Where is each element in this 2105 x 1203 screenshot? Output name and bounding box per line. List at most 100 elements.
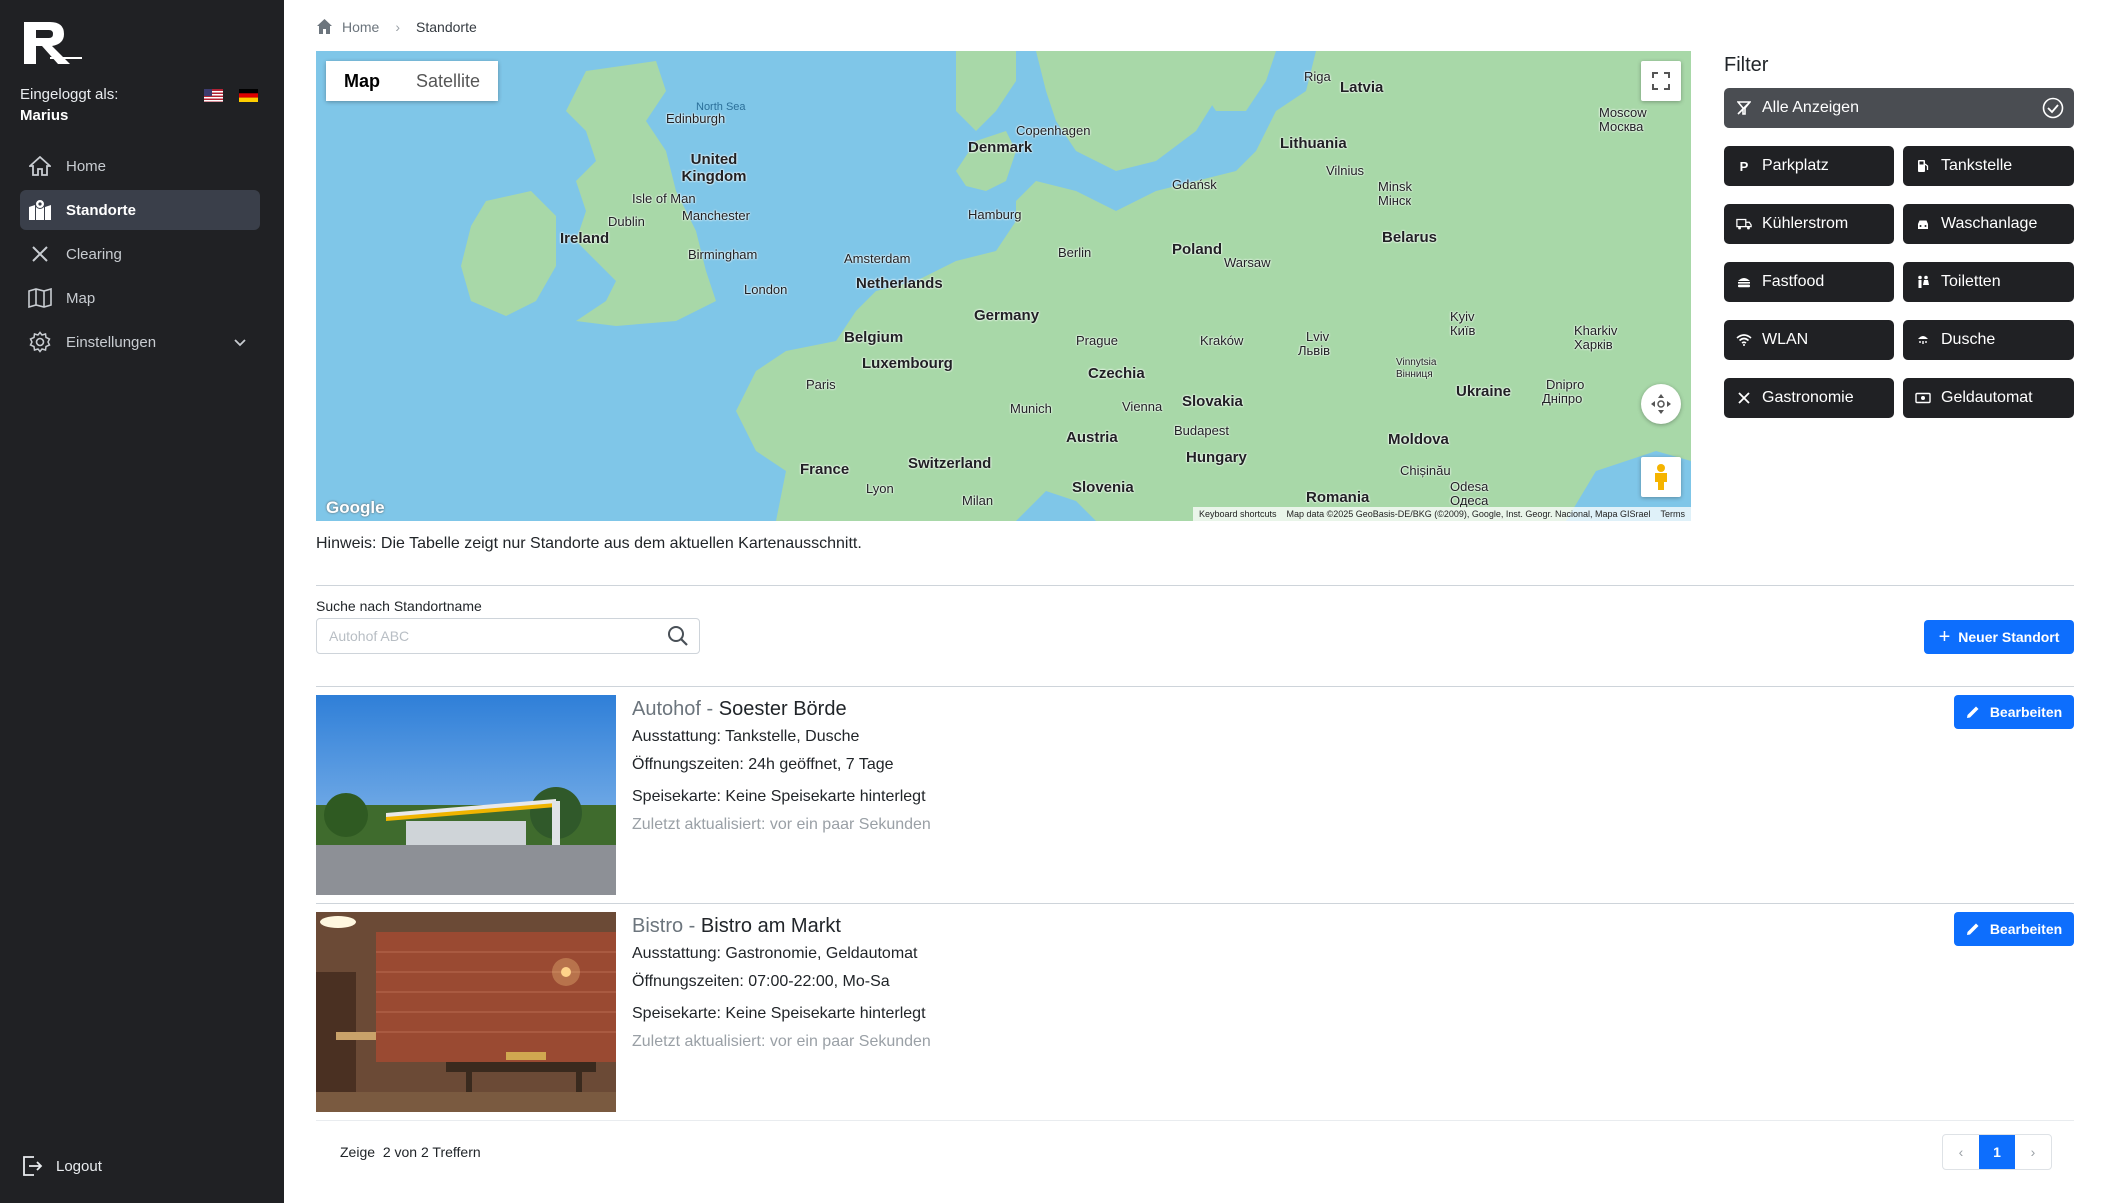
map-label-kharkiv: Kharkiv	[1574, 323, 1618, 338]
map-pin-icon	[28, 198, 52, 222]
sidebar-item-einstellungen[interactable]: Einstellungen	[20, 322, 260, 362]
gear-icon	[28, 330, 52, 354]
map-label-latvia: Latvia	[1340, 79, 1384, 96]
results-prefix: Zeige	[340, 1144, 376, 1160]
fullscreen-button[interactable]	[1641, 61, 1681, 101]
search-input[interactable]	[317, 619, 667, 653]
map-view[interactable]: North Sea Riga Latvia Moscow Москва Lith…	[316, 51, 1691, 521]
filter-geldautomat-button[interactable]: Geldautomat	[1903, 378, 2074, 418]
filter-wlan-button[interactable]: WLAN	[1724, 320, 1894, 360]
location-title[interactable]: Bistro - Bistro am Markt	[632, 912, 931, 940]
logout-label: Logout	[56, 1157, 102, 1175]
map-label-milan: Milan	[962, 493, 994, 508]
flag-de-icon[interactable]	[239, 89, 258, 102]
edit-label: Bearbeiten	[1989, 921, 2063, 937]
filter-toiletten-button[interactable]: Toiletten	[1903, 262, 2074, 302]
next-page-button[interactable]: ›	[2015, 1135, 2051, 1169]
keyboard-shortcuts-link[interactable]: Keyboard shortcuts	[1199, 509, 1277, 519]
location-image[interactable]	[316, 912, 616, 1112]
new-location-label: Neuer Standort	[1958, 629, 2060, 645]
map-label-czechia: Czechia	[1088, 365, 1145, 382]
location-category: Autohof	[632, 698, 701, 720]
filter-fastfood-button[interactable]: Fastfood	[1724, 262, 1894, 302]
results-suffix: Treffern	[432, 1144, 481, 1160]
map-label-vinnytsia: Vinnytsia	[1396, 357, 1437, 368]
filter-parkplatz-button[interactable]: P Parkplatz	[1724, 146, 1894, 186]
location-image[interactable]	[316, 695, 616, 895]
sidebar-item-map[interactable]: Map	[20, 278, 260, 318]
breadcrumb-separator-icon: ›	[395, 18, 401, 35]
map-label-hungary: Hungary	[1186, 449, 1247, 466]
new-location-button[interactable]: + Neuer Standort	[1924, 620, 2074, 654]
map-type-map-button[interactable]: Map	[326, 61, 398, 101]
location-menu: Speisekarte: Keine Speisekarte hinterleg…	[632, 1005, 926, 1022]
street-view-button[interactable]	[1641, 457, 1681, 497]
prev-page-button[interactable]: ‹	[1943, 1135, 1979, 1169]
title-separator: -	[683, 915, 701, 937]
map-hint-text: Hinweis: Die Tabelle zeigt nur Standorte…	[316, 535, 862, 552]
map-label-denmark: Denmark	[968, 139, 1033, 156]
map-label-luxembourg: Luxembourg	[862, 355, 953, 372]
search-label: Suche nach Standortname	[316, 598, 482, 614]
map-label-warsaw: Warsaw	[1224, 255, 1271, 270]
home-icon[interactable]	[316, 18, 333, 35]
edit-button[interactable]: Bearbeiten	[1954, 695, 2074, 729]
camera-control-button[interactable]	[1641, 384, 1681, 424]
location-card: Bistro - Bistro am Markt Ausstattung: Ga…	[316, 912, 2074, 1112]
map-type-satellite-button[interactable]: Satellite	[398, 61, 499, 101]
logout-button[interactable]: Logout	[20, 1154, 102, 1178]
breadcrumb: Home › Standorte	[316, 18, 477, 35]
map-label-amsterdam: Amsterdam	[844, 251, 911, 266]
user-name: Marius	[20, 107, 69, 124]
map-label-dnipro: Dnipro	[1546, 377, 1585, 392]
location-menu: Speisekarte: Keine Speisekarte hinterleg…	[632, 788, 926, 805]
map-label-copenhagen: Copenhagen	[1016, 123, 1091, 138]
location-name: Bistro am Markt	[700, 915, 841, 937]
google-logo[interactable]: Google	[326, 498, 385, 518]
filter-label: Toiletten	[1941, 273, 2001, 290]
filter-dusche-button[interactable]: Dusche	[1903, 320, 2074, 360]
restroom-icon	[1915, 274, 1931, 290]
filter-gastronomie-button[interactable]: Gastronomie	[1724, 378, 1894, 418]
map-label-minsk-ru: Мінск	[1378, 193, 1412, 208]
sidebar-item-home[interactable]: Home	[20, 146, 260, 186]
chevron-down-icon[interactable]	[232, 334, 248, 350]
map-label-prague: Prague	[1076, 333, 1118, 348]
location-category: Bistro	[632, 915, 684, 937]
flag-us-icon[interactable]	[204, 89, 223, 102]
filter-all-button[interactable]: Alle Anzeigen	[1724, 88, 2074, 128]
map-label-hamburg: Hamburg	[968, 207, 1022, 222]
map-label-poland: Poland	[1172, 241, 1223, 258]
edit-button[interactable]: Bearbeiten	[1954, 912, 2074, 946]
map-label-romania: Romania	[1306, 489, 1370, 506]
map-label-slovenia: Slovenia	[1072, 479, 1134, 496]
map-label-chisinau: Chișinău	[1400, 463, 1451, 478]
map-label-isle-of-man: Isle of Man	[632, 191, 696, 206]
map-land	[461, 51, 1691, 521]
pagination: ‹ 1 ›	[1942, 1134, 2052, 1170]
breadcrumb-home[interactable]: Home	[342, 19, 379, 35]
close-icon	[28, 242, 52, 266]
brand-logo[interactable]	[20, 18, 84, 68]
search-icon[interactable]	[667, 625, 689, 647]
filter-label: WLAN	[1762, 331, 1809, 348]
filter-kuehlerstrom-button[interactable]: Kühlerstrom	[1724, 204, 1894, 244]
sidebar-item-standorte[interactable]: Standorte	[20, 190, 260, 230]
filter-waschanlage-button[interactable]: Waschanlage	[1903, 204, 2074, 244]
location-info: Bistro - Bistro am Markt Ausstattung: Ga…	[632, 912, 931, 1056]
filter-tankstelle-button[interactable]: Tankstelle	[1903, 146, 2074, 186]
map-label-berlin: Berlin	[1058, 245, 1092, 260]
location-equipment: Ausstattung: Tankstelle, Dusche	[632, 728, 860, 745]
divider	[316, 1120, 2074, 1121]
filter-label: Parkplatz	[1762, 157, 1829, 174]
map-label-kyiv: Kyiv	[1450, 309, 1475, 324]
location-title[interactable]: Autohof - Soester Börde	[632, 695, 931, 723]
results-count: Zeige 2 von 2 Treffern	[340, 1144, 481, 1160]
terms-link[interactable]: Terms	[1661, 509, 1686, 519]
sidebar-item-clearing[interactable]: Clearing	[20, 234, 260, 274]
page-1-button[interactable]: 1	[1979, 1135, 2015, 1169]
map-data-text: Map data ©2025 GeoBasis-DE/BKG (©2009), …	[1286, 509, 1651, 519]
map-label-vinnytsia-ua: Вінниця	[1396, 369, 1433, 380]
filter-label: Kühlerstrom	[1762, 215, 1849, 232]
results-shown: 2	[382, 1144, 391, 1160]
